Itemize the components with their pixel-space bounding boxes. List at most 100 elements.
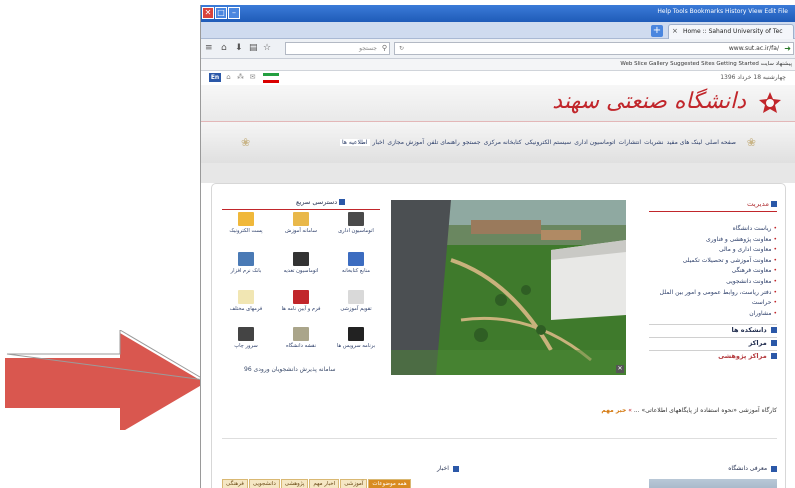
quick-access-item[interactable]: تقویم آموزشی <box>332 290 380 313</box>
quick-access-item[interactable]: نقشه دانشگاه <box>277 327 325 350</box>
admission-system-link[interactable]: سامانه پذیرش دانشجویان ورودی 96 <box>244 366 335 373</box>
section-faculties[interactable]: دانشکده ها <box>649 324 777 335</box>
news-label: خبر مهم <box>601 407 627 414</box>
quick-access-item[interactable]: پست الکترونیک <box>222 212 270 235</box>
search-input[interactable]: جستجو ⚲ <box>285 42 390 55</box>
close-slideshow-icon[interactable]: ✕ <box>616 365 624 373</box>
quick-access-label: تقویم آموزشی <box>340 306 372 312</box>
quick-access-item[interactable]: بانک نرم افزار <box>222 252 270 275</box>
nav-item[interactable]: راهنمای تلفن <box>427 139 460 146</box>
red-arrow-annotation <box>5 330 206 430</box>
quick-access-item[interactable]: فرم و آیین نامه ها <box>277 290 325 313</box>
quick-access-label: نقشه دانشگاه <box>285 343 317 349</box>
minimize-button[interactable]: – <box>228 7 240 19</box>
nav-item[interactable]: اخبار <box>373 139 385 146</box>
sitemap-icon[interactable]: ⁂ <box>236 73 245 82</box>
campus-photo[interactable]: ✕ <box>391 200 626 375</box>
nav-item[interactable]: سیستم الکترونیکی <box>525 139 572 146</box>
go-icon[interactable]: ➜ <box>784 43 791 54</box>
management-item[interactable]: دفتر ریاست، روابط عمومی و امور بین الملل… <box>649 288 777 299</box>
quick-access-item[interactable]: سامانه آموزش <box>277 212 325 235</box>
home-icon[interactable]: ⌂ <box>224 73 233 82</box>
library-icon <box>348 252 364 266</box>
divider <box>222 209 380 210</box>
tab-title: Home :: Sahand University of Tec <box>683 28 783 35</box>
news-tab[interactable]: همه موضوعات <box>368 479 411 488</box>
nav-item[interactable]: انتشارات <box>619 139 642 146</box>
clipboard-icon[interactable]: ▤ <box>249 43 258 53</box>
main-navigation: ❀ ❀ صفحه اصلی لینک های مفید نشریات انتشارات… <box>201 121 795 163</box>
nav-item[interactable]: جستجو <box>463 139 481 146</box>
management-item[interactable]: معاونت اداری و مالی • <box>649 245 777 256</box>
nav-item[interactable]: اتوماسیون اداری <box>574 139 615 146</box>
news-tab[interactable]: فرهنگی <box>222 479 248 488</box>
software-bank-icon <box>238 252 254 266</box>
maximize-button[interactable]: □ <box>215 7 227 19</box>
quick-access-label: اتوماسیون تغذیه <box>283 268 319 274</box>
quick-access-item[interactable]: برنامه سرویس ها <box>332 327 380 350</box>
forms-icon <box>238 290 254 304</box>
star-icon[interactable]: ☆ <box>263 43 271 53</box>
iran-flag-icon[interactable] <box>263 73 279 83</box>
quick-access-label: منابع کتابخانه <box>342 268 370 274</box>
news-category-tabs: همه موضوعات آموزشی اخبار مهم پژوهشی دانشجویی… <box>222 479 411 488</box>
automation-icon <box>348 212 364 226</box>
mail-icon[interactable]: ✉ <box>248 73 257 82</box>
download-icon[interactable]: ⬇ <box>235 43 243 53</box>
nav-item[interactable]: آموزش مجازی <box>387 139 424 146</box>
news-text: کارگاه آموزشی «نحوه استفاده از پایگاههای… <box>633 407 777 414</box>
address-bar[interactable]: ↻ www.sut.ac.ir/fa/ ➜ <box>394 42 794 55</box>
management-item[interactable]: ریاست دانشگاه • <box>649 224 777 235</box>
tab-sahand[interactable]: × Home :: Sahand University of Tec <box>668 24 794 39</box>
news-tab[interactable]: آموزشی <box>340 479 368 488</box>
quick-access-label: برنامه سرویس ها <box>336 343 376 349</box>
campus-aerial-image <box>391 200 626 375</box>
nav-item[interactable]: اطلاعیه ها <box>339 139 370 146</box>
calendar-icon <box>348 290 364 304</box>
menu-bar[interactable]: Help Tools Bookmarks History View Edit F… <box>657 8 788 15</box>
nav-item[interactable]: لینک های مفید <box>667 139 703 146</box>
news-tab[interactable]: اخبار مهم <box>309 479 340 488</box>
food-icon <box>293 252 309 266</box>
english-language-button[interactable]: En <box>209 73 221 82</box>
site-logo-text[interactable]: دانشگاه صنعتی سهند <box>552 89 746 114</box>
university-logo-icon[interactable] <box>758 91 782 115</box>
management-item[interactable]: معاونت پژوهشی و فناوری • <box>649 235 777 246</box>
new-tab-button[interactable]: + <box>651 25 663 37</box>
management-item[interactable]: حراست • <box>649 298 777 309</box>
quick-access-item[interactable]: سرور چاپ <box>222 327 270 350</box>
quick-access-item[interactable]: اتوماسیون تغذیه <box>277 252 325 275</box>
menu-icon[interactable]: ≡ <box>205 43 213 53</box>
window-controls: ✕ □ – <box>202 7 240 19</box>
quick-access-item[interactable]: اتوماسیون اداری <box>332 212 380 235</box>
nav-item[interactable]: کتابخانه مرکزی <box>484 139 522 146</box>
ornament-icon: ❀ <box>746 136 756 149</box>
important-news-ticker[interactable]: کارگاه آموزشی «نحوه استفاده از پایگاههای… <box>601 407 777 414</box>
nav-item[interactable]: نشریات <box>644 139 663 146</box>
gray-band <box>201 163 795 183</box>
quick-access-label: فرم و آیین نامه ها <box>281 306 321 312</box>
tab-close-icon[interactable]: × <box>672 25 678 38</box>
title-bar: ✕ □ – Help Tools Bookmarks History View … <box>201 5 795 22</box>
section-research-centers[interactable]: مراکز پژوهشی <box>649 350 777 361</box>
management-item[interactable]: معاونت آموزشی و تحصیلات تکمیلی • <box>649 256 777 267</box>
home-icon[interactable]: ⌂ <box>221 43 227 53</box>
quick-access-label: سامانه آموزش <box>285 228 317 234</box>
nav-item[interactable]: صفحه اصلی <box>705 139 736 146</box>
close-window-button[interactable]: ✕ <box>202 7 214 19</box>
intro-image[interactable] <box>649 479 777 488</box>
quick-access-item[interactable]: فرمهای مختلف <box>222 290 270 313</box>
news-tab[interactable]: دانشجویی <box>248 479 280 488</box>
management-item[interactable]: معاونت فرهنگی • <box>649 266 777 277</box>
reload-icon[interactable]: ↻ <box>399 43 404 54</box>
management-item[interactable]: مشاوران • <box>649 309 777 320</box>
url-text: www.sut.ac.ir/fa/ <box>728 45 779 52</box>
browser-window: ✕ □ – Help Tools Bookmarks History View … <box>200 5 795 488</box>
bookmark-items[interactable]: Web Slice Gallery Suggested Sites Gettin… <box>620 61 792 67</box>
news-tab[interactable]: پژوهشی <box>280 479 309 488</box>
management-item[interactable]: معاونت دانشجویی • <box>649 277 777 288</box>
quick-access-title: دسترسی سریع <box>296 198 346 206</box>
quick-access-item[interactable]: منابع کتابخانه <box>332 252 380 275</box>
university-intro-title: معرفی دانشگاه <box>728 465 777 472</box>
section-centers[interactable]: مراکز <box>649 337 777 348</box>
